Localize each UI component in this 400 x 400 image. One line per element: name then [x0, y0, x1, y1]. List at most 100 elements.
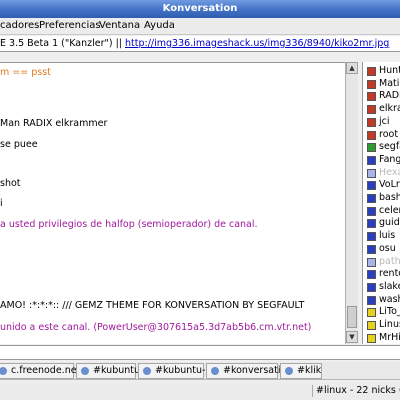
- tab-label: #klik: [297, 365, 322, 376]
- nick-item[interactable]: MrHic: [365, 332, 400, 344]
- tab-bar: c.freenode.net #kubuntu #kubuntu-es #kon…: [0, 362, 400, 380]
- tab-kubuntu-es[interactable]: #kubuntu-es: [138, 363, 216, 379]
- chat-line: m == psst: [0, 67, 51, 78]
- scroll-down-icon[interactable]: ▼: [346, 331, 358, 343]
- tab-klik[interactable]: #klik: [280, 363, 322, 379]
- user-status-icon: [367, 219, 376, 229]
- user-status-icon: [367, 105, 376, 115]
- nick-name: Fange: [379, 153, 400, 165]
- tab-kubuntu[interactable]: #kubuntu: [76, 363, 140, 379]
- channel-icon: [81, 367, 89, 375]
- nick-item[interactable]: elkra: [365, 103, 400, 115]
- nick-item[interactable]: slake: [365, 281, 400, 293]
- status-text: #linux - 22 nicks (7 c: [316, 385, 400, 396]
- user-status-icon: [367, 67, 376, 76]
- channel-icon: [211, 367, 219, 375]
- nick-item[interactable]: pathe: [365, 256, 400, 268]
- user-status-icon: [367, 282, 376, 292]
- chat-view: m == psst Man RADIX elkrammer se puee sh…: [0, 62, 345, 344]
- user-status-icon: [367, 244, 376, 254]
- chat-scrollbar[interactable]: ▲ ▼: [345, 62, 358, 344]
- nick-name: jci: [379, 115, 390, 127]
- nick-item[interactable]: Linus: [365, 319, 400, 331]
- status-divider: [312, 385, 313, 397]
- nick-name: RADI: [379, 90, 400, 102]
- tab-label: c.freenode.net: [11, 365, 81, 376]
- nick-name: luis: [379, 230, 396, 242]
- nick-name: elkra: [379, 103, 400, 115]
- scroll-up-icon[interactable]: ▲: [346, 62, 358, 74]
- nick-item[interactable]: Hunts: [365, 65, 400, 77]
- status-bar: #linux - 22 nicks (7 c: [0, 382, 400, 400]
- user-status-icon: [367, 321, 376, 330]
- nick-name: bash: [379, 192, 400, 203]
- user-status-icon: [367, 295, 376, 305]
- nick-name: wash: [379, 293, 400, 305]
- nick-item[interactable]: VoLrA: [365, 179, 400, 191]
- nick-name: MrHic: [379, 331, 400, 343]
- user-status-icon: [367, 181, 376, 191]
- nick-name: VoLrA: [379, 179, 400, 191]
- user-status-icon: [367, 232, 376, 242]
- nick-item[interactable]: Fange: [365, 154, 400, 166]
- menu-item-ventana[interactable]: Ventana: [99, 18, 140, 35]
- nick-name: LiTo_: [379, 306, 400, 318]
- channel-icon: [285, 367, 293, 375]
- tab-konversation[interactable]: #konversation: [206, 363, 292, 379]
- nick-item[interactable]: LiTo_: [365, 306, 400, 318]
- nick-item[interactable]: RADI: [365, 90, 400, 102]
- chat-line: Man RADIX elkrammer: [0, 118, 108, 129]
- user-status-icon: [367, 155, 376, 165]
- user-status-icon: [367, 79, 376, 89]
- tab-server[interactable]: c.freenode.net: [0, 363, 80, 379]
- chat-line: unido a este canal. (PowerUser@307615a5.…: [0, 322, 312, 333]
- tab-label: #kubuntu: [93, 365, 141, 376]
- user-status-icon: [367, 117, 376, 127]
- nick-item[interactable]: bash: [365, 192, 400, 204]
- nick-item[interactable]: segfa: [365, 141, 400, 153]
- nick-item[interactable]: guido: [365, 217, 400, 229]
- nick-name: Hunts: [379, 65, 400, 76]
- user-status-icon: [367, 143, 376, 153]
- menu-item-marcadores[interactable]: cadores: [0, 18, 39, 35]
- topic-text: E 3.5 Beta 1 ("Kanzler") ||: [0, 38, 126, 49]
- message-input[interactable]: [0, 345, 400, 360]
- user-status-icon: [367, 194, 376, 203]
- chat-line: se puee: [0, 139, 38, 150]
- nick-name: Linus: [379, 319, 400, 330]
- user-status-icon: [367, 257, 376, 267]
- nick-item[interactable]: Matia: [365, 78, 400, 90]
- nick-item[interactable]: wash: [365, 294, 400, 306]
- window-title: Konversation: [162, 3, 238, 14]
- nick-item[interactable]: celer: [365, 205, 400, 217]
- window-title-bar: Konversation: [0, 0, 400, 18]
- user-status-icon: [367, 92, 376, 102]
- nick-item[interactable]: osu: [365, 243, 400, 255]
- nick-name: rento: [379, 268, 400, 280]
- user-status-icon: [367, 206, 376, 216]
- nick-item[interactable]: jci: [365, 116, 400, 128]
- user-status-icon: [367, 333, 376, 343]
- nick-item[interactable]: luis: [365, 230, 400, 242]
- menu-item-ayuda[interactable]: Ayuda: [144, 18, 175, 35]
- topic-link[interactable]: http://img336.imageshack.us/img336/8940/…: [125, 38, 389, 49]
- nick-name: Matia: [379, 77, 400, 89]
- nick-name: segfa: [379, 141, 400, 153]
- nick-name: guido: [379, 217, 400, 229]
- nick-item[interactable]: rento: [365, 268, 400, 280]
- user-status-icon: [367, 168, 376, 178]
- nick-item[interactable]: root: [365, 129, 400, 141]
- chat-line: AMO! :*:*:*:: /// GEMZ THEME FOR KONVERS…: [0, 300, 305, 311]
- nick-name: celer: [379, 204, 400, 216]
- scroll-thumb[interactable]: [347, 306, 357, 328]
- menu-item-preferencias[interactable]: Preferencias: [39, 18, 101, 35]
- user-status-icon: [367, 130, 376, 140]
- server-icon: [0, 367, 7, 375]
- nick-name: pathe: [379, 255, 400, 267]
- nick-name: root: [379, 128, 399, 140]
- menu-bar: cadores Preferencias Ventana Ayuda: [0, 18, 400, 35]
- topic-bar: E 3.5 Beta 1 ("Kanzler") || http://img33…: [0, 36, 400, 52]
- nick-name: slake: [379, 280, 400, 292]
- nick-item[interactable]: Hexa: [365, 167, 400, 179]
- chat-line: i: [0, 198, 3, 209]
